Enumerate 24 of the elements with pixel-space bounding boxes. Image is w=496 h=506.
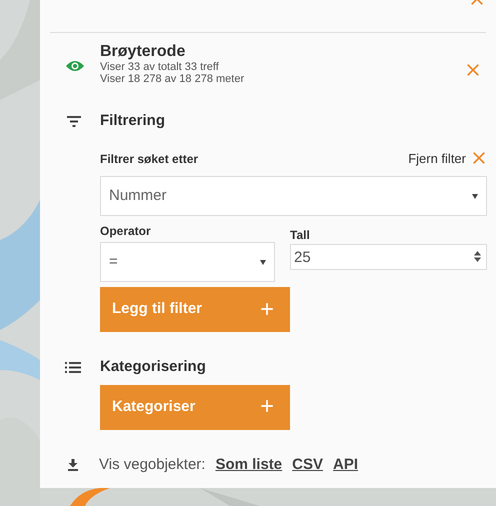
caret-icon [472,194,478,198]
list-icon [65,362,81,373]
remove-filter-link[interactable]: Fjern filter [408,148,466,168]
field-label: Operator [100,223,152,240]
caret-icon [260,260,266,264]
layer-info: Viser 33 av totalt 33 treff [100,61,220,73]
export-link[interactable]: CSV [292,454,323,476]
section-heading: Filtrering [100,111,166,131]
operator-select[interactable]: = [100,242,275,282]
remove-icon[interactable] [472,151,486,166]
layer-info: Viser 18 278 av 18 278 meter [100,73,244,85]
filter-icon [67,116,81,127]
download-icon[interactable] [68,458,78,471]
field-label: Tall [290,227,311,244]
spinner-icon[interactable] [474,251,481,262]
field-label: Filtrer søket etter [100,151,198,168]
export-label: Vis vegobjekter: [99,454,206,474]
number-field[interactable]: 25 [290,244,487,270]
section-heading: Kategorisering [100,357,206,377]
eye-icon[interactable] [65,59,85,73]
layer-title: Brøyterode [100,43,186,61]
export-link[interactable]: API [332,454,358,476]
property-select[interactable]: Nummer [100,176,487,216]
export-link[interactable]: Som liste [215,454,282,476]
